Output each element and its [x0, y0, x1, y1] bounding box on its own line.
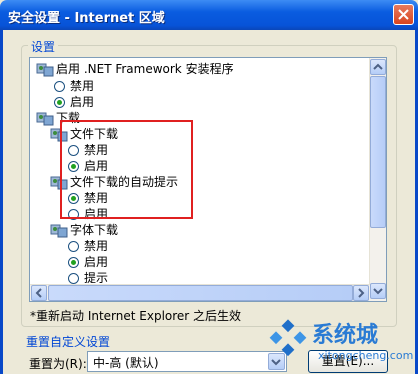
radio-selected[interactable]	[54, 97, 65, 108]
tree-item-label: 禁用	[84, 239, 109, 253]
vertical-scrollbar[interactable]	[369, 58, 386, 301]
tree-item-label: 启用	[84, 255, 109, 269]
reset-level-select[interactable]: 中-高 (默认)	[87, 351, 287, 372]
chevron-right-icon	[358, 288, 365, 298]
title-bar: 安全设置 - Internet 区域	[0, 0, 418, 30]
scroll-thumb[interactable]	[370, 76, 386, 228]
chevron-up-icon	[373, 63, 383, 70]
radio-unselected[interactable]	[68, 273, 79, 284]
reset-level-value: 中-高 (默认)	[93, 356, 159, 370]
chevron-down-icon	[373, 288, 383, 295]
scroll-left-button[interactable]	[31, 285, 47, 301]
highlight-box	[60, 120, 193, 219]
watermark-logo-icon	[269, 319, 307, 357]
settings-legend: 设置	[28, 38, 59, 55]
chevron-left-icon	[35, 288, 42, 298]
watermark-url: xitongcheng.com	[318, 349, 414, 362]
radio-unselected[interactable]	[68, 241, 79, 252]
tree-item-label: 启用	[70, 95, 95, 109]
reset-label: 重置为(R):	[29, 357, 87, 371]
hscroll-thumb[interactable]	[48, 285, 353, 301]
radio-unselected[interactable]	[54, 81, 65, 92]
scroll-up-button[interactable]	[370, 59, 386, 75]
close-button[interactable]	[393, 4, 414, 25]
settings-category-icon	[50, 224, 68, 238]
radio-selected[interactable]	[68, 257, 79, 268]
tree-item-label: 启用 .NET Framework 安装程序	[56, 62, 234, 76]
settings-category-icon	[36, 63, 54, 77]
tree-item-label: 禁用	[70, 79, 95, 93]
watermark-brand: 系统城	[312, 323, 379, 348]
watermark: 系统城 xitongcheng.com	[262, 315, 418, 374]
scroll-down-button[interactable]	[370, 283, 386, 299]
close-icon	[398, 9, 409, 20]
restart-note: *重新启动 Internet Explorer 之后生效	[30, 309, 242, 323]
horizontal-scrollbar[interactable]	[30, 284, 370, 301]
tree-item-label: 字体下载	[70, 223, 119, 237]
reset-legend: 重置自定义设置	[26, 335, 111, 349]
scroll-right-button[interactable]	[353, 285, 369, 301]
window-title: 安全设置 - Internet 区域	[8, 11, 165, 26]
settings-category-icon	[36, 112, 54, 126]
